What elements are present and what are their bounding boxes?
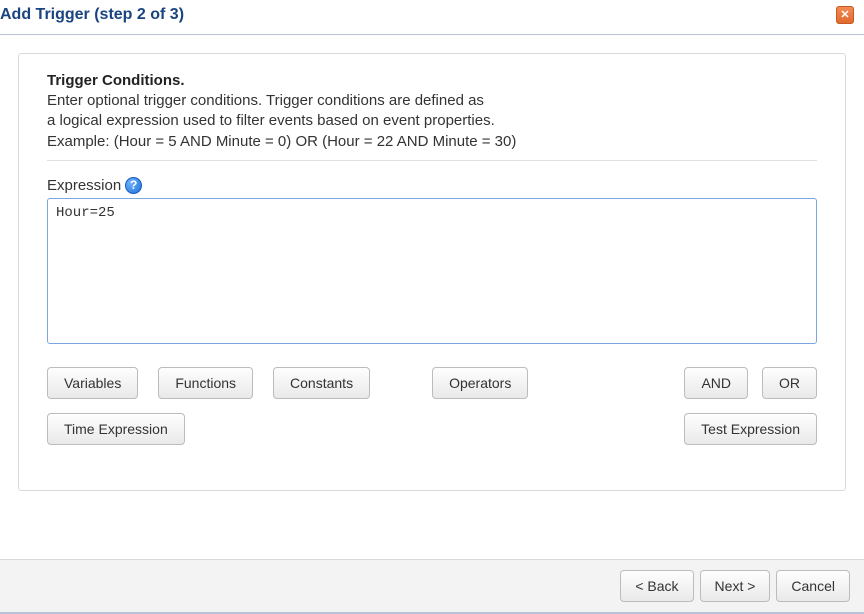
dialog-header: Add Trigger (step 2 of 3) ✕ xyxy=(0,0,864,35)
expression-buttons-row: Variables Functions Constants Operators … xyxy=(47,367,817,399)
expression-buttons-row2: Time Expression Test Expression xyxy=(47,413,817,445)
section-desc-line2: a logical expression used to filter even… xyxy=(47,111,817,131)
expression-buttons-left: Variables Functions Constants xyxy=(47,367,370,399)
dialog-footer: < Back Next > Cancel xyxy=(0,559,864,614)
back-button[interactable]: < Back xyxy=(620,570,693,602)
constants-button[interactable]: Constants xyxy=(273,367,370,399)
cancel-button[interactable]: Cancel xyxy=(776,570,850,602)
operators-button[interactable]: Operators xyxy=(432,367,528,399)
functions-button[interactable]: Functions xyxy=(158,367,253,399)
divider xyxy=(47,160,817,161)
trigger-conditions-header: Trigger Conditions. Enter optional trigg… xyxy=(47,72,817,152)
help-icon[interactable]: ? xyxy=(125,177,142,194)
expression-buttons-right: AND OR xyxy=(684,367,817,399)
variables-button[interactable]: Variables xyxy=(47,367,138,399)
next-button[interactable]: Next > xyxy=(700,570,771,602)
close-icon[interactable]: ✕ xyxy=(836,6,854,24)
dialog-title: Add Trigger (step 2 of 3) xyxy=(0,6,184,24)
expression-input[interactable] xyxy=(47,198,817,344)
expression-buttons-mid: Operators xyxy=(432,367,528,399)
expression-label-row: Expression ? xyxy=(47,177,817,194)
expression-label: Expression xyxy=(47,177,121,194)
or-button[interactable]: OR xyxy=(762,367,817,399)
test-expression-button[interactable]: Test Expression xyxy=(684,413,817,445)
section-desc-line3: Example: (Hour = 5 AND Minute = 0) OR (H… xyxy=(47,132,817,152)
section-title: Trigger Conditions. xyxy=(47,72,817,89)
time-expression-button[interactable]: Time Expression xyxy=(47,413,185,445)
and-button[interactable]: AND xyxy=(684,367,748,399)
main-panel: Trigger Conditions. Enter optional trigg… xyxy=(18,53,846,491)
section-desc-line1: Enter optional trigger conditions. Trigg… xyxy=(47,91,817,111)
